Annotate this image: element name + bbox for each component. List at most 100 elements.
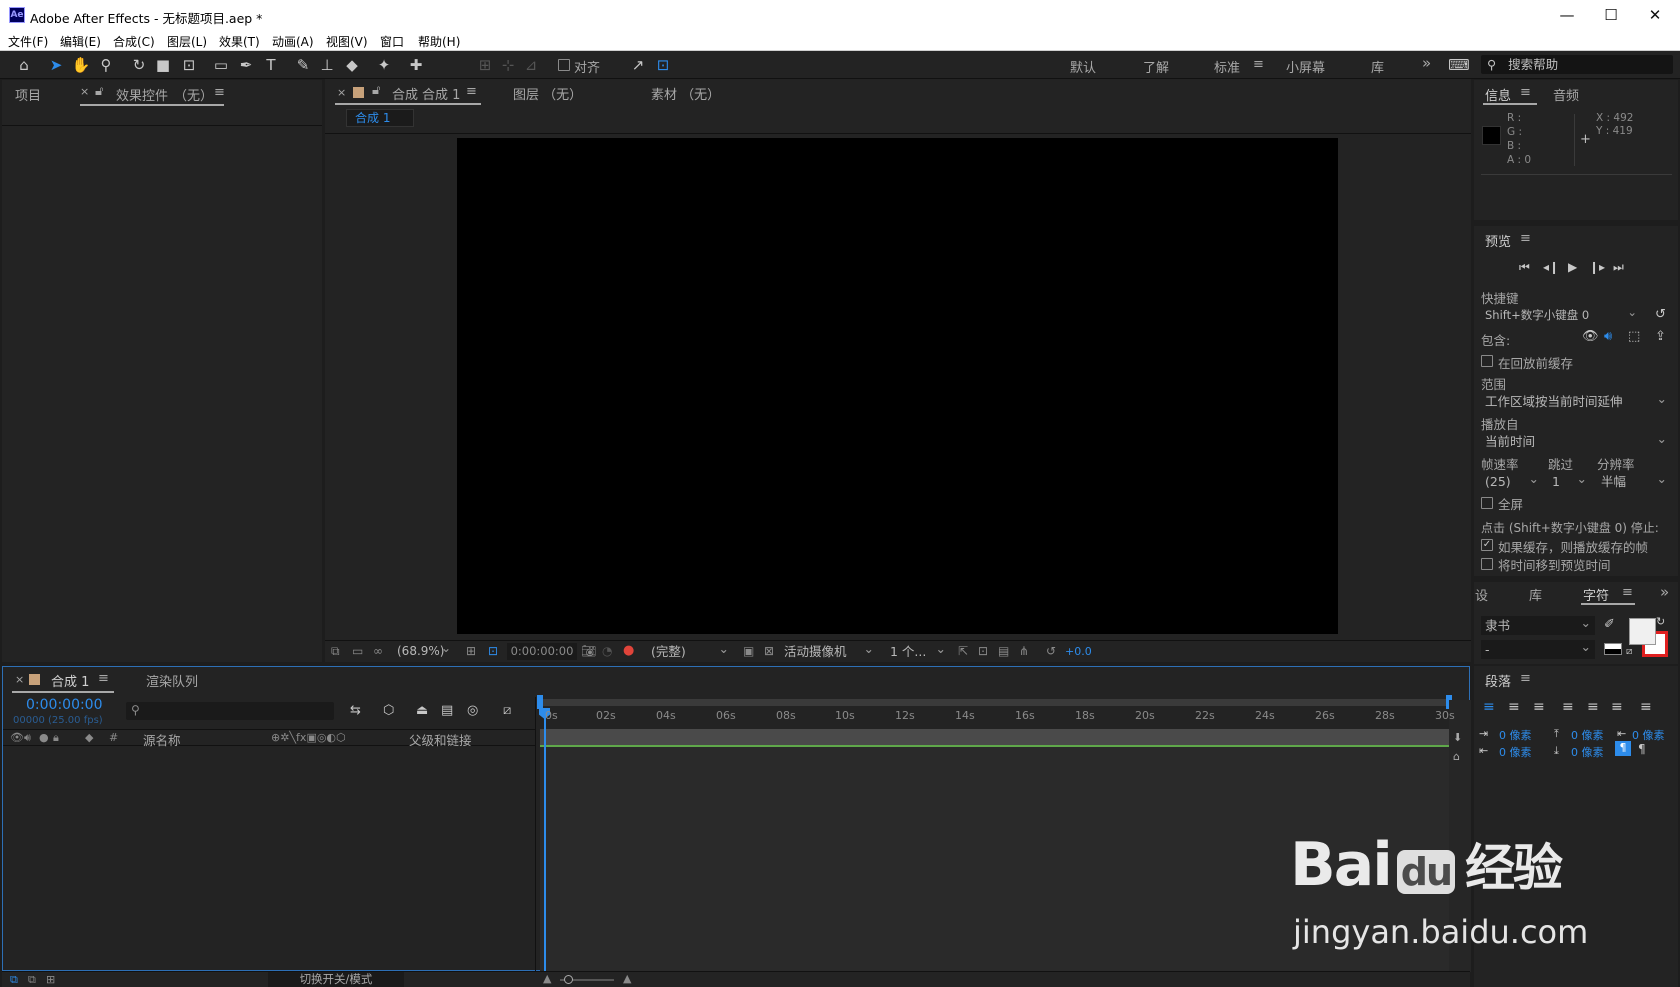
indent-right-value[interactable]: 0 像素 <box>1499 744 1532 760</box>
menu-effect[interactable]: 效果(T) <box>219 33 260 50</box>
snap-checkbox[interactable] <box>558 59 570 71</box>
snapshot-icon[interactable]: 📷︎ <box>581 644 596 658</box>
indent-first-value[interactable]: 0 像素 <box>1632 727 1665 743</box>
zoom-slider-thumb[interactable] <box>564 975 573 984</box>
camera-tool-icon[interactable]: ■ <box>152 54 174 76</box>
frame-blending-icon[interactable]: ▤ <box>441 703 453 718</box>
justify-last-left-icon[interactable]: ≡ <box>1562 699 1574 715</box>
hand-tool-icon[interactable]: ✋ <box>70 54 92 76</box>
layer-search-input[interactable]: ⚲ <box>126 702 334 720</box>
clone-stamp-tool-icon[interactable]: ⊥ <box>316 54 338 76</box>
graph-editor-icon[interactable]: ⧄ <box>503 703 511 718</box>
reset-icon[interactable]: ↺ <box>1655 307 1666 322</box>
tab-info[interactable]: 信息 <box>1485 85 1511 104</box>
panel-menu-icon[interactable]: ≡ <box>1520 231 1531 246</box>
menu-layer[interactable]: 图层(L) <box>167 33 207 50</box>
menu-composition[interactable]: 合成(C) <box>113 33 155 50</box>
tab-timeline-comp[interactable]: 合成 1 <box>51 671 89 690</box>
flowchart-icon[interactable]: ⋔ <box>1019 644 1029 658</box>
no-fill-icon[interactable]: ⧄ <box>1626 646 1632 657</box>
last-frame-icon[interactable]: ⏭ <box>1613 260 1624 275</box>
tab-layer[interactable]: 图层 （无） <box>513 84 582 103</box>
fullscreen-checkbox[interactable] <box>1481 497 1493 509</box>
resolution-dropdown[interactable]: 半幅 <box>1597 469 1671 491</box>
snap-target-icon[interactable]: ⊡ <box>652 54 674 76</box>
panel-menu-icon[interactable]: ≡ <box>1622 585 1633 600</box>
indent-left-value[interactable]: 0 像素 <box>1499 727 1532 743</box>
menu-view[interactable]: 视图(V) <box>326 33 368 50</box>
tab-character[interactable]: 字符 <box>1583 585 1609 604</box>
frame-rate-dropdown[interactable]: (25) <box>1481 469 1543 491</box>
axis-world-icon[interactable]: ⊹ <box>497 54 519 76</box>
timeline-options-icon[interactable]: ⌂ <box>1453 750 1460 763</box>
toggle-pixel-icon[interactable]: ⇱ <box>958 644 968 658</box>
comp-mini-flowchart-icon[interactable]: ⇆ <box>350 703 361 718</box>
eraser-tool-icon[interactable]: ◆ <box>341 54 363 76</box>
viewer-timecode[interactable]: 0:00:00:00 <box>507 643 577 660</box>
puppet-pin-tool-icon[interactable]: ✚ <box>405 54 427 76</box>
eyedropper-icon[interactable]: ✐ <box>1604 617 1615 632</box>
tab-render-queue[interactable]: 渲染队列 <box>146 671 198 690</box>
swap-colors-icon[interactable]: ↻ <box>1656 615 1665 628</box>
shy-layers-icon[interactable]: ⏏ <box>416 703 428 718</box>
include-overlays-icon[interactable]: ⬚ <box>1628 329 1640 344</box>
next-frame-icon[interactable]: ❙▸ <box>1589 260 1605 274</box>
align-right-icon[interactable]: ≡ <box>1533 699 1545 715</box>
always-preview-icon[interactable]: ⧉ <box>331 644 340 659</box>
tab-audio[interactable]: 音频 <box>1553 85 1579 104</box>
play-from-dropdown[interactable]: 当前时间 <box>1481 429 1671 451</box>
play-icon[interactable]: ▶ <box>1568 260 1577 274</box>
draft-3d-icon[interactable]: ⬡ <box>383 703 394 718</box>
tab-library[interactable]: 库 <box>1529 585 1542 604</box>
workspace-more-icon[interactable]: » <box>1422 54 1431 72</box>
move-time-checkbox[interactable] <box>1481 558 1493 570</box>
toggle-switches-modes-button[interactable]: 切换开关/模式 <box>268 972 404 987</box>
video-toggle-icon[interactable]: 👁︎ <box>10 731 24 744</box>
font-family-dropdown[interactable]: 隶书 <box>1481 613 1595 635</box>
rectangle-tool-icon[interactable]: ▭ <box>210 54 232 76</box>
zoom-tool-icon[interactable]: ⚲ <box>95 54 117 76</box>
selection-tool-icon[interactable]: ➤ <box>45 54 67 76</box>
panel-more-icon[interactable]: » <box>1660 583 1669 601</box>
panel-menu-icon[interactable]: ≡ <box>1520 85 1531 100</box>
range-dropdown[interactable]: 工作区域按当前时间延伸 <box>1481 389 1671 411</box>
skip-dropdown[interactable]: 1 <box>1548 469 1591 491</box>
zoom-out-icon[interactable]: ▲ <box>543 972 551 985</box>
show-snapshot-icon[interactable]: ◔ <box>602 644 612 658</box>
motion-blur-icon[interactable]: ◎ <box>467 703 478 718</box>
region-of-interest-icon[interactable]: ▣ <box>743 644 754 658</box>
rotate-tool-icon[interactable]: ↻ <box>128 54 150 76</box>
monitor-icon[interactable]: ▭ <box>352 644 363 658</box>
transparency-grid-icon[interactable]: ⊠ <box>764 644 774 658</box>
lock-icon[interactable]: 🔓︎ <box>372 83 380 98</box>
ltr-direction-icon[interactable]: ¶ <box>1615 741 1631 756</box>
panel-menu-icon[interactable]: ≡ <box>466 84 477 99</box>
zoom-in-icon[interactable]: ▲ <box>623 972 631 985</box>
tab-settings[interactable]: 设 <box>1475 585 1488 604</box>
text-tool-icon[interactable]: T <box>260 54 282 76</box>
tab-close-icon[interactable]: × <box>337 86 346 99</box>
resolution-dropdown[interactable]: (完整) <box>647 639 733 661</box>
tab-footage[interactable]: 素材 （无） <box>651 84 720 103</box>
align-left-icon[interactable]: ≡ <box>1483 699 1495 715</box>
work-area-bar[interactable] <box>540 729 1449 746</box>
label-tag-icon[interactable]: ◆ <box>85 731 93 744</box>
space-before-value[interactable]: 0 像素 <box>1571 727 1604 743</box>
source-name-header[interactable]: 源名称 <box>143 730 181 749</box>
space-after-value[interactable]: 0 像素 <box>1571 744 1604 760</box>
exposure-value[interactable]: +0.0 <box>1065 645 1092 658</box>
menu-window[interactable]: 窗口 <box>380 33 404 50</box>
timeline-toggle-icon[interactable]: ▤ <box>998 644 1009 658</box>
tab-project[interactable]: 项目 <box>15 85 41 104</box>
workspace-libraries[interactable]: 库 <box>1371 57 1384 76</box>
minimize-button[interactable]: — <box>1545 3 1589 27</box>
justify-last-center-icon[interactable]: ≡ <box>1587 699 1599 715</box>
menu-edit[interactable]: 编辑(E) <box>60 33 101 50</box>
tab-comp-name[interactable]: 合成 1 <box>422 84 460 103</box>
justify-last-right-icon[interactable]: ≡ <box>1611 699 1623 715</box>
tab-close-icon[interactable]: × <box>80 85 89 98</box>
menu-help[interactable]: 帮助(H) <box>418 33 460 50</box>
justify-all-icon[interactable]: ≡ <box>1640 699 1652 715</box>
help-search-input[interactable]: ⚲ 搜索帮助 <box>1481 55 1673 74</box>
camera-dropdown[interactable]: 活动摄像机 <box>780 639 878 661</box>
